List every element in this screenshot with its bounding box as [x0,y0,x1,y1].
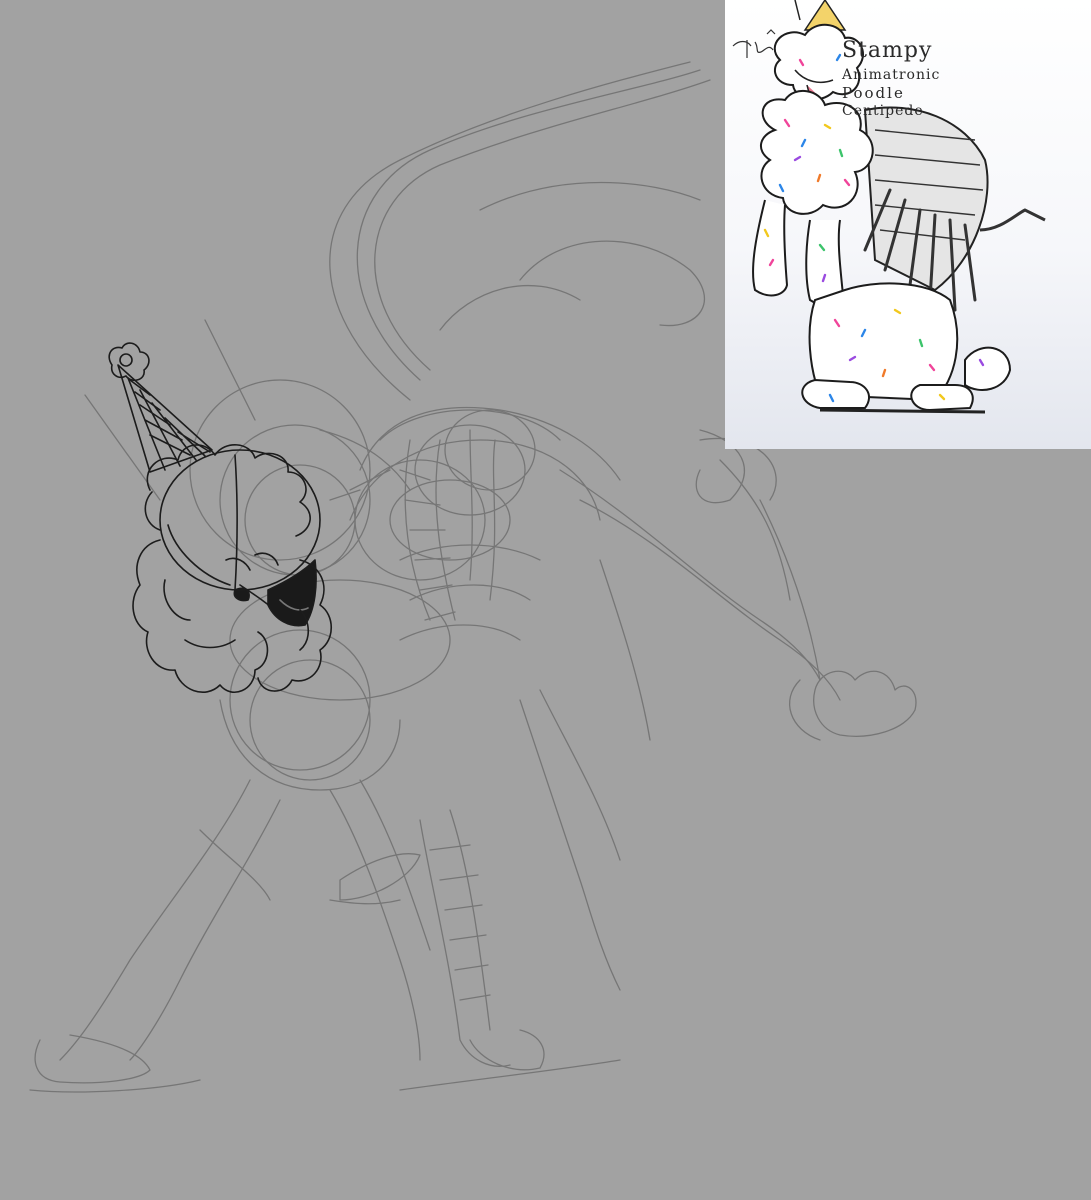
reference-title: Stampy [842,38,933,63]
reference-label-line-1: Animatronic [842,67,941,83]
drawing-canvas[interactable]: Stampy Animatronic Poodle Centipede [0,0,1091,1200]
reference-label-line-3: Centipede [842,103,924,119]
reference-image: Stampy Animatronic Poodle Centipede [725,0,1091,449]
artist-signature [732,29,776,58]
inked-head-lines [108,342,333,694]
reference-label-line-2: Poodle [842,84,905,102]
